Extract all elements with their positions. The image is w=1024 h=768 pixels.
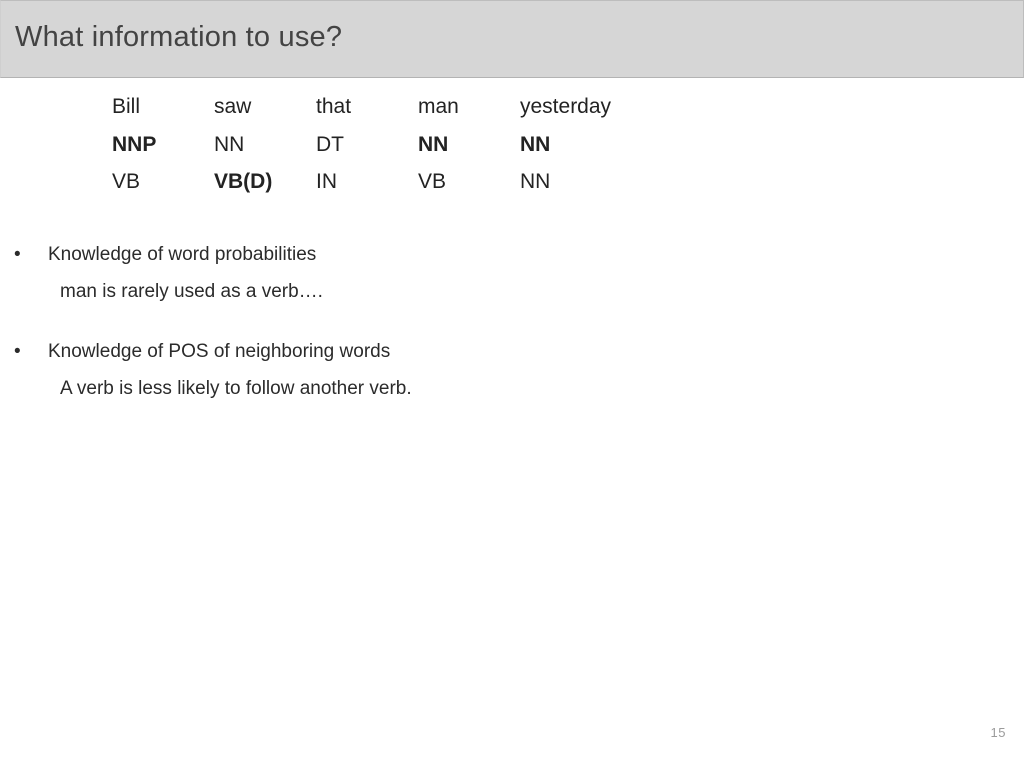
table-cell-tag2-1: VB: [112, 170, 141, 193]
bullet-detail-2: A verb is less likely to follow another …: [60, 378, 412, 399]
table-cell-tag2-3: IN: [316, 170, 337, 193]
table-cell-word-2: saw: [214, 95, 252, 118]
table-row-words: Bill saw that man yesterday: [112, 96, 622, 134]
table-cell-tag1-3: DT: [316, 133, 344, 156]
table-row-tags-primary: NNP NN DT NN NN: [112, 134, 622, 171]
table-cell-tag1-1: NNP: [112, 133, 157, 156]
table-cell-word-5: yesterday: [520, 95, 612, 118]
pos-tag-table: Bill saw that man yesterday NNP NN DT NN…: [112, 96, 622, 192]
bullet-heading-text-2: Knowledge of POS of neighboring words: [48, 341, 391, 362]
bullet-detail-1: man is rarely used as a verb….: [60, 281, 323, 302]
page-title: What information to use?: [15, 21, 343, 53]
table-cell-word-4: man: [418, 95, 459, 118]
page-number: 15: [990, 725, 1006, 740]
bullet-point-icon: •: [14, 244, 21, 265]
bullet-heading-1: • Knowledge of word probabilities: [0, 244, 900, 266]
table-cell-tag1-5: NN: [520, 133, 551, 156]
table-cell-tag2-5: NN: [520, 170, 551, 193]
table-cell-word-3: that: [316, 95, 352, 118]
table-row-tags-alternate: VB VB(D) IN VB NN: [112, 171, 622, 192]
bullet-list: • Knowledge of word probabilities man is…: [0, 244, 900, 400]
table-cell-tag2-4: VB: [418, 170, 447, 193]
bullet-heading-text-1: Knowledge of word probabilities: [48, 244, 317, 265]
table-cell-tag1-4: NN: [418, 133, 449, 156]
table-cell-word-1: Bill: [112, 95, 141, 118]
table-cell-tag1-2: NN: [214, 133, 245, 156]
list-item: • Knowledge of word probabilities man is…: [0, 244, 900, 303]
bullet-point-icon: •: [14, 341, 21, 362]
list-item: • Knowledge of POS of neighboring words …: [0, 341, 900, 400]
bullet-heading-2: • Knowledge of POS of neighboring words: [0, 341, 900, 363]
slide-header: What information to use?: [0, 0, 1024, 78]
table-cell-tag2-2: VB(D): [214, 170, 273, 193]
